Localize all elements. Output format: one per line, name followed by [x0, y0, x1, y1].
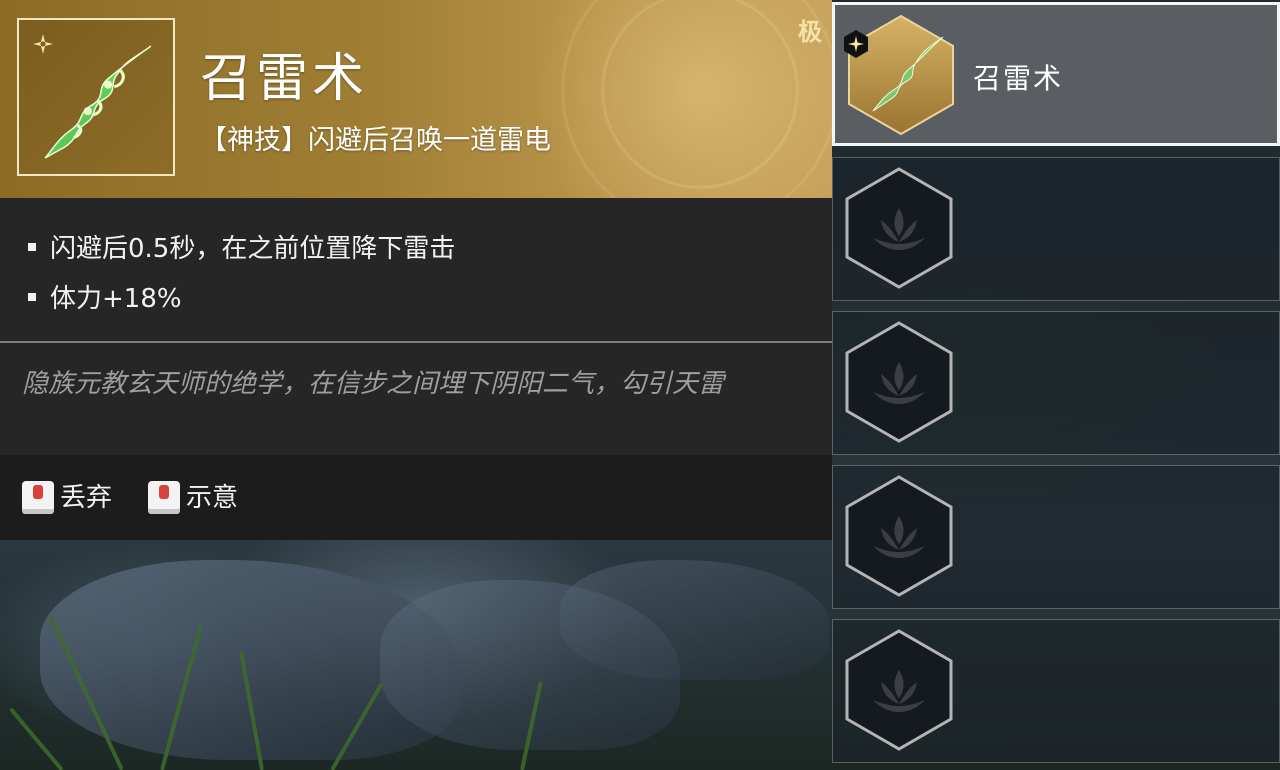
item-detail-header: 极 召雷术 【神技】闪避后召唤一道雷电: [0, 0, 832, 198]
stat-line: 闪避后0.5秒，在之前位置降下雷击: [28, 228, 455, 265]
item-title: 召雷术: [200, 49, 369, 109]
lotus-emblem-icon: [845, 321, 953, 443]
fern-plant: [9, 707, 64, 770]
stat-text: 体力+18%: [50, 284, 182, 314]
bullet-icon: [28, 292, 36, 301]
item-detail-panel: 极 召雷术 【神技】闪避后召唤一道雷电 闪避后0.5秒，在之前位置降下雷击 体力…: [0, 0, 832, 540]
lotus-emblem-icon: [845, 167, 953, 289]
item-icon-frame: [17, 18, 175, 176]
keyboard-key-icon: [148, 480, 180, 514]
slot-empty[interactable]: [832, 311, 1280, 455]
item-lore-text: 隐族元教玄天师的绝学，在信步之间埋下阴阳二气，勾引天雷: [22, 369, 725, 399]
slot-item-selected[interactable]: 召雷术: [832, 2, 1280, 146]
item-stats-section: 闪避后0.5秒，在之前位置降下雷击 体力+18%: [0, 198, 832, 341]
item-subtitle: 【神技】闪避后召唤一道雷电: [200, 125, 551, 156]
item-action-bar: 丢弃 示意: [0, 455, 832, 540]
discard-button[interactable]: 丢弃: [22, 477, 112, 514]
bullet-icon: [28, 242, 36, 251]
rock: [560, 560, 830, 680]
keyboard-key-icon: [22, 480, 54, 514]
item-lore-section: 隐族元教玄天师的绝学，在信步之间埋下阴阳二气，勾引天雷: [0, 343, 832, 455]
stat-line: 体力+18%: [28, 278, 182, 315]
signal-button[interactable]: 示意: [148, 477, 238, 514]
slot-empty[interactable]: [832, 619, 1280, 763]
rarity-star-icon: [844, 30, 868, 58]
discard-label: 丢弃: [60, 483, 113, 513]
lotus-emblem-icon: [845, 475, 953, 597]
slot-empty[interactable]: [832, 157, 1280, 301]
stat-text: 闪避后0.5秒，在之前位置降下雷击: [50, 234, 456, 264]
slot-empty[interactable]: [832, 465, 1280, 609]
item-grade-label: 极: [798, 18, 822, 46]
jade-thunder-talisman-icon: [44, 45, 152, 159]
lotus-emblem-icon: [845, 629, 953, 751]
equipment-slot-list: 召雷术: [832, 0, 1280, 770]
signal-label: 示意: [186, 483, 239, 513]
slot-item-name: 召雷术: [973, 62, 1064, 95]
